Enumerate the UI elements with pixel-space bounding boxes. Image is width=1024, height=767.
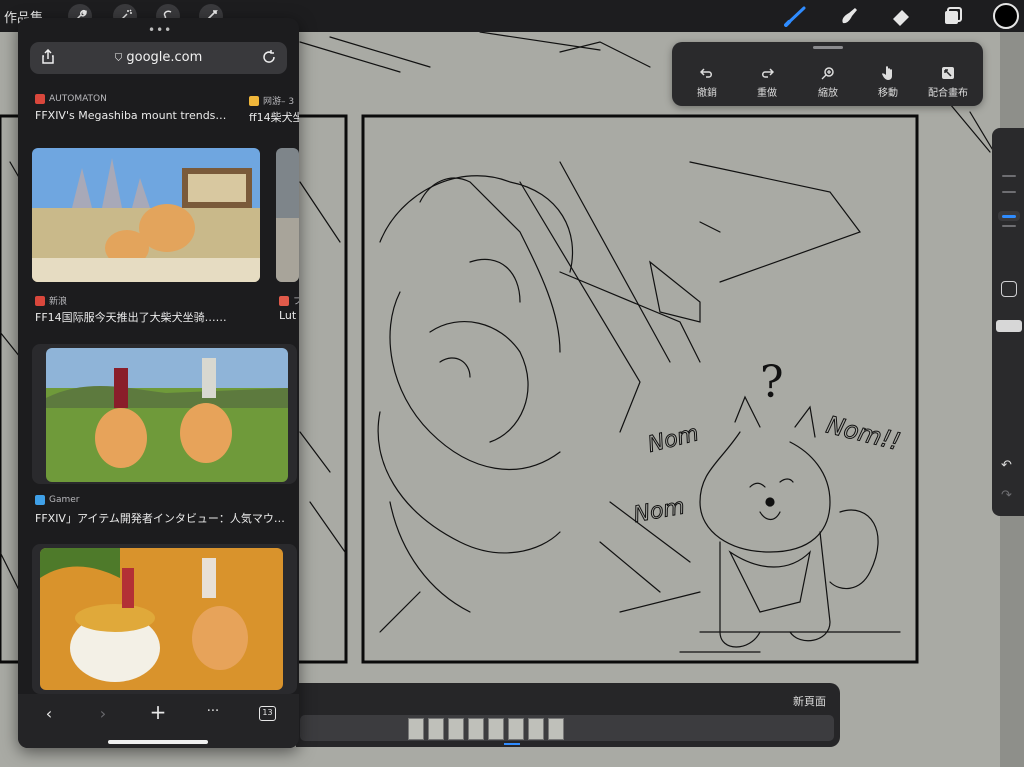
- result-headline[interactable]: FFXIV's Megashiba mount trends…: [35, 109, 240, 122]
- favicon: [249, 95, 259, 106]
- page-thumbnail[interactable]: [528, 718, 544, 740]
- page-thumbnail-strip[interactable]: [300, 715, 834, 741]
- eyedropper-button[interactable]: [1001, 281, 1017, 297]
- result-headline[interactable]: ff14柴犬坐: [249, 109, 299, 125]
- result-headline[interactable]: FFXIV」アイテム開発者インタビュー：人気マウ…: [35, 510, 297, 526]
- page-thumbnail[interactable]: [408, 718, 424, 740]
- lock-shield-icon: ⛉: [114, 53, 123, 64]
- url-text: ⛉ google.com: [30, 50, 287, 65]
- redo-icon: [742, 64, 792, 82]
- smudge-icon[interactable]: [836, 5, 862, 27]
- result-image[interactable]: [276, 148, 299, 282]
- home-indicator: [108, 740, 208, 744]
- more-button[interactable]: ···: [200, 704, 226, 724]
- redo-icon[interactable]: ↷: [1001, 488, 1012, 503]
- zoom-icon: [803, 64, 853, 82]
- current-page-indicator: [504, 743, 520, 745]
- undo-icon[interactable]: ↶: [1001, 458, 1012, 473]
- result-image[interactable]: [32, 148, 260, 282]
- brush-sidebar: ↶ ↷: [992, 128, 1024, 516]
- eraser-icon[interactable]: [888, 5, 914, 27]
- fit-canvas-label: 配合畫布: [928, 88, 968, 99]
- redo-label: 重做: [757, 88, 777, 99]
- new-tab-button[interactable]: +: [145, 700, 171, 724]
- result-image[interactable]: [40, 548, 283, 690]
- page-thumbnail[interactable]: [428, 718, 444, 740]
- favicon: [35, 495, 45, 505]
- result-headline[interactable]: FF14国际服今天推出了大柴犬坐骑……: [35, 309, 245, 325]
- popover-grabber[interactable]: [813, 46, 843, 49]
- favicon: [35, 295, 45, 306]
- undo-button[interactable]: 撤銷: [682, 64, 732, 99]
- back-button[interactable]: ‹: [36, 704, 62, 724]
- url-label: google.com: [126, 50, 203, 65]
- brush-icon[interactable]: [783, 5, 809, 27]
- nom-text-1: Nom: [645, 421, 701, 458]
- result-source: AUTOMATON: [35, 94, 107, 104]
- size-slider-tick: [1002, 225, 1016, 227]
- page-thumbnail[interactable]: [488, 718, 504, 740]
- undo-label: 撤銷: [697, 88, 717, 99]
- undo-icon: [682, 64, 732, 82]
- brush-opacity-slider[interactable]: [996, 320, 1022, 332]
- forward-button[interactable]: ›: [90, 704, 116, 724]
- result-source: フ: [279, 294, 299, 307]
- page-thumbnail[interactable]: [448, 718, 464, 740]
- fit-canvas-icon: [923, 64, 973, 82]
- result-source: Gamer: [35, 495, 80, 505]
- zoom-button[interactable]: 縮放: [803, 64, 853, 99]
- result-headline[interactable]: Lut: [279, 309, 299, 322]
- zoom-label: 縮放: [818, 88, 838, 99]
- move-label: 移動: [878, 88, 898, 99]
- tabs-button[interactable]: 13: [259, 706, 276, 721]
- page-assist-bar: 新頁面: [296, 683, 840, 747]
- size-slider-tick: [1002, 191, 1016, 193]
- multitasking-handle[interactable]: •••: [148, 23, 172, 37]
- result-image[interactable]: [46, 348, 288, 482]
- safari-slide-over: ••• ⛉ google.com AUTOMATON FFXIV's Megas…: [18, 18, 299, 748]
- move-button[interactable]: 移動: [863, 64, 913, 99]
- address-bar[interactable]: ⛉ google.com: [30, 42, 287, 74]
- page-thumbnail[interactable]: [548, 718, 564, 740]
- page-thumbnail[interactable]: [508, 718, 524, 740]
- result-source: 网游– 3: [249, 94, 294, 107]
- new-page-button[interactable]: 新頁面: [793, 693, 826, 709]
- redo-button[interactable]: 重做: [742, 64, 792, 99]
- quick-menu-popover: 撤銷 重做 縮放 移動 配合畫布: [672, 42, 983, 106]
- nom-text-3: Nom: [632, 494, 687, 528]
- result-source: 新浪: [35, 294, 67, 307]
- nom-text-2: Nom!!: [824, 411, 904, 456]
- reload-icon[interactable]: [262, 49, 276, 68]
- color-picker-button[interactable]: [993, 3, 1019, 29]
- screen: ? Nom Nom!! Nom 作品集: [0, 0, 1024, 767]
- question-mark-text: ?: [760, 357, 784, 408]
- safari-toolbar: ‹ › + ··· 13: [18, 694, 299, 748]
- fit-canvas-button[interactable]: 配合畫布: [923, 64, 973, 99]
- favicon: [279, 295, 289, 306]
- search-results[interactable]: AUTOMATON FFXIV's Megashiba mount trends…: [18, 80, 299, 694]
- size-slider-tick: [1002, 175, 1016, 177]
- page-thumbnail[interactable]: [468, 718, 484, 740]
- layers-icon[interactable]: [941, 5, 967, 27]
- brush-size-indicator: [1002, 215, 1016, 218]
- favicon: [35, 94, 45, 104]
- hand-icon: [863, 64, 913, 82]
